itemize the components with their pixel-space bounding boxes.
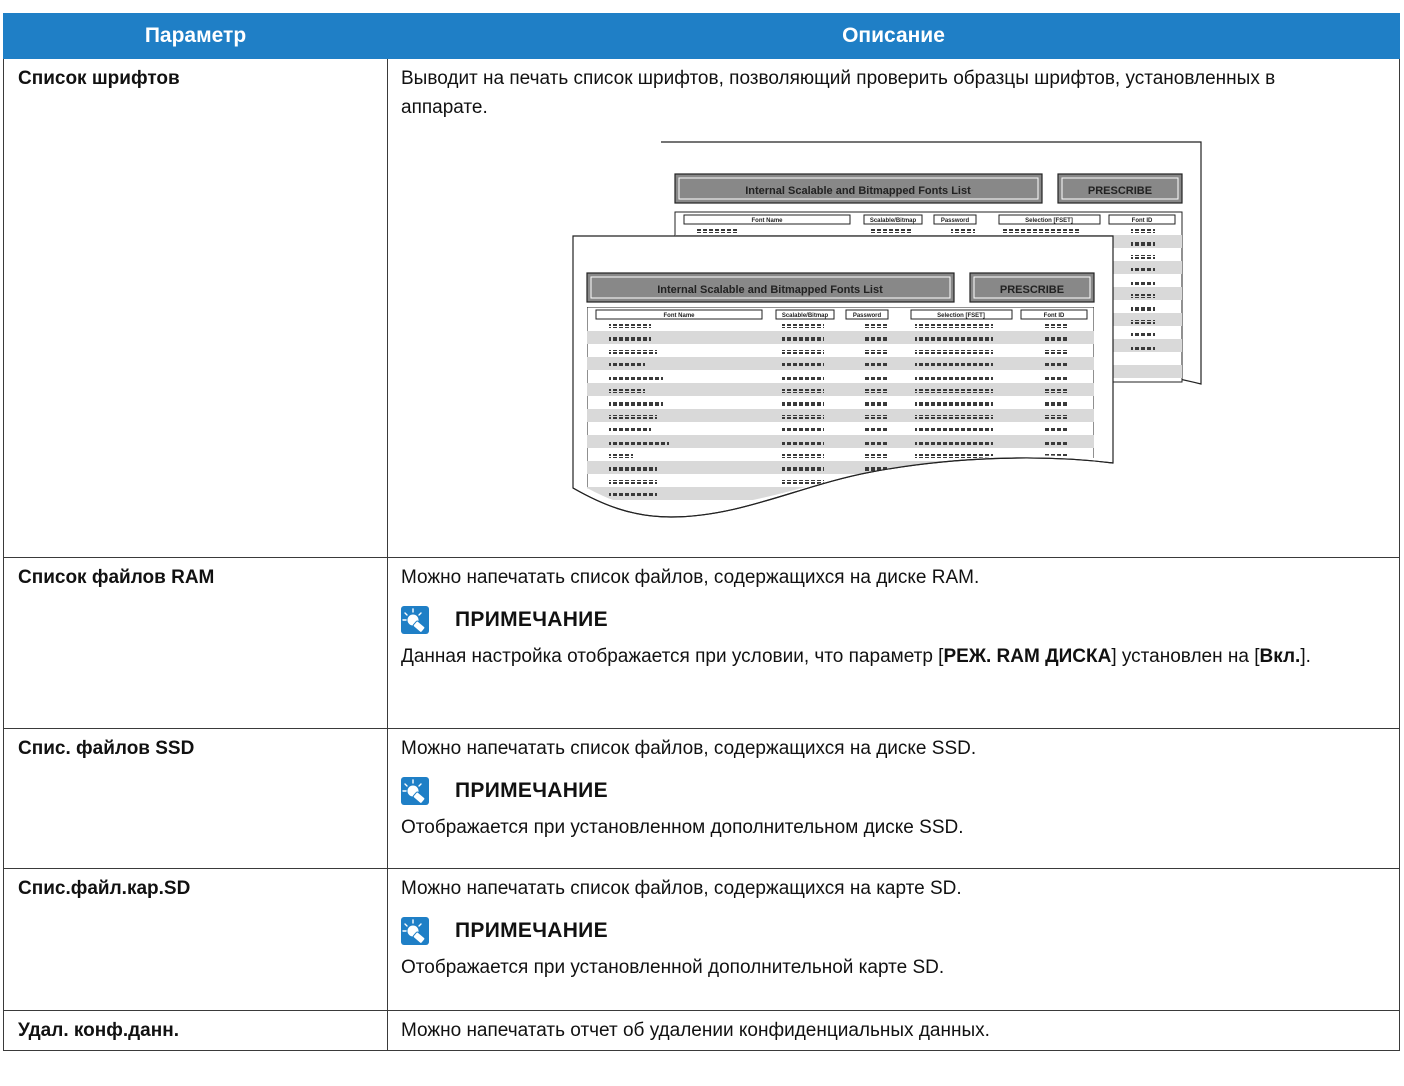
- param-name: Спис. файлов SSD: [3, 728, 388, 869]
- setting-ram-disk-mode: РЕЖ. RAM ДИСКА: [943, 646, 1112, 667]
- note-text: Данная настройка отображается при услови…: [401, 646, 1311, 667]
- settings-table: Параметр Описание Список шрифтов Выводит…: [3, 13, 1400, 1051]
- front-col-1: Font Name: [663, 313, 695, 319]
- param-description: Можно напечатать список файлов, содержащ…: [387, 728, 1400, 869]
- back-col-5: Font ID: [1132, 218, 1153, 224]
- param-name: Список файлов RAM: [3, 557, 388, 729]
- param-name: Спис.файл.кар.SD: [3, 868, 388, 1011]
- note-heading: ПРИМЕЧАНИЕ: [401, 776, 1389, 805]
- header-param: Параметр: [3, 13, 388, 59]
- note-heading: ПРИМЕЧАНИЕ: [401, 605, 1389, 634]
- front-col-5: Font ID: [1044, 313, 1065, 319]
- back-brand: PRESCRIBE: [1088, 185, 1152, 197]
- setting-on: Вкл.: [1259, 646, 1301, 667]
- table-row: Список шрифтов Выводит на печать список …: [3, 58, 1400, 558]
- description-text: Можно напечатать список файлов, содержащ…: [401, 567, 980, 588]
- note-title: ПРИМЕЧАНИЕ: [455, 608, 608, 631]
- back-col-1: Font Name: [751, 218, 783, 224]
- param-name: Удал. конф.данн.: [3, 1010, 388, 1051]
- table-header-row: Параметр Описание: [3, 13, 1400, 59]
- param-description: Можно напечатать список файлов, содержащ…: [387, 557, 1400, 729]
- back-col-2: Scalable/Bitmap: [870, 218, 917, 224]
- note-title: ПРИМЕЧАНИЕ: [455, 779, 608, 802]
- note-title: ПРИМЕЧАНИЕ: [455, 919, 608, 942]
- front-col-3: Password: [853, 313, 882, 319]
- description-text: Можно напечатать отчет об удалении конфи…: [401, 1020, 990, 1041]
- description-text: Можно напечатать список файлов, содержащ…: [401, 878, 962, 899]
- back-col-4: Selection [FSET]: [1025, 218, 1073, 224]
- front-col-2: Scalable/Bitmap: [782, 313, 829, 319]
- description-text: Можно напечатать список файлов, содержащ…: [401, 738, 977, 759]
- param-description: Выводит на печать список шрифтов, позвол…: [387, 58, 1400, 558]
- table-row: Список файлов RAM Можно напечатать списо…: [3, 557, 1400, 729]
- front-col-4: Selection [FSET]: [937, 313, 985, 319]
- description-text: Выводит на печать список шрифтов, позвол…: [401, 68, 1276, 118]
- param-description: Можно напечатать список файлов, содержащ…: [387, 868, 1400, 1011]
- front-page: Internal Scalable and Bitmapped Fonts Li…: [572, 235, 1114, 518]
- note-text: Отображается при установленной дополните…: [401, 957, 945, 978]
- param-name: Список шрифтов: [3, 58, 388, 558]
- note-heading: ПРИМЕЧАНИЕ: [401, 916, 1389, 945]
- header-description: Описание: [387, 13, 1400, 59]
- lightbulb-note-icon: [401, 605, 429, 634]
- front-brand: PRESCRIBE: [1000, 284, 1064, 296]
- table-row: Удал. конф.данн. Можно напечатать отчет …: [3, 1010, 1400, 1051]
- back-title: Internal Scalable and Bitmapped Fonts Li…: [745, 185, 971, 197]
- font-list-illustration: Internal Scalable and Bitmapped Fonts Li…: [572, 141, 1202, 518]
- lightbulb-note-icon: [401, 916, 429, 945]
- back-col-3: Password: [941, 218, 970, 224]
- table-row: Спис.файл.кар.SD Можно напечатать список…: [3, 868, 1400, 1011]
- note-text: Отображается при установленном дополните…: [401, 817, 964, 838]
- front-title: Internal Scalable and Bitmapped Fonts Li…: [657, 284, 883, 296]
- param-description: Можно напечатать отчет об удалении конфи…: [387, 1010, 1400, 1051]
- table-row: Спис. файлов SSD Можно напечатать список…: [3, 728, 1400, 869]
- lightbulb-note-icon: [401, 776, 429, 805]
